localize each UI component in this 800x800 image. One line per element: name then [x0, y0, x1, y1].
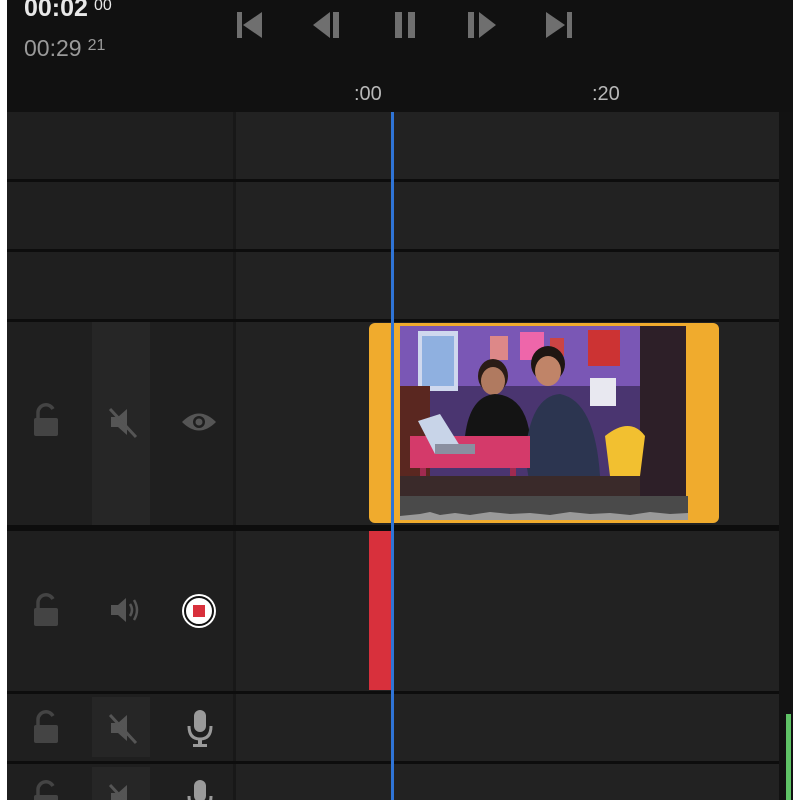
track-lane[interactable] [236, 182, 779, 249]
lock-open-icon[interactable] [31, 402, 61, 438]
video-clip[interactable] [369, 323, 719, 523]
microphone-icon[interactable] [186, 708, 214, 748]
skip-to-start-button[interactable] [229, 6, 269, 44]
total-duration-main: 00:29 [24, 35, 82, 61]
audio-level-meter [786, 714, 791, 800]
audio-recording-track-lane[interactable] [236, 531, 779, 691]
audio-recording-track-header [7, 531, 233, 691]
current-timecode: 00:02 00 [24, 0, 112, 23]
track-header [7, 112, 233, 179]
speaker-muted-icon[interactable] [105, 404, 141, 440]
video-editor: 00:02 00 00:29 21:00:20 [7, 0, 793, 800]
speaker-icon[interactable] [107, 594, 143, 626]
lock-open-icon[interactable] [31, 779, 61, 800]
pause-icon [395, 12, 415, 38]
lock-open-icon[interactable] [31, 709, 61, 745]
speaker-muted-icon[interactable] [105, 710, 141, 746]
ruler-label-20: :20 [592, 83, 620, 105]
eye-icon[interactable] [180, 409, 218, 435]
microphone-icon[interactable] [186, 778, 214, 800]
step-back-button[interactable] [308, 6, 348, 44]
step-back-icon [313, 12, 339, 38]
skip-to-start-icon [237, 12, 262, 38]
record-stop-icon[interactable] [181, 593, 217, 629]
track-header [7, 182, 233, 249]
ruler-label-start: :00 [354, 83, 382, 105]
skip-to-end-icon [546, 12, 572, 38]
transport-controls [229, 6, 572, 44]
timeline-scrollbar[interactable] [779, 112, 793, 800]
transport-header: 00:02 00 00:29 21:00:20 [7, 0, 793, 112]
video-track-header [7, 322, 233, 525]
skip-to-end-button[interactable] [540, 6, 580, 44]
audio-track-2-lane[interactable] [236, 764, 779, 800]
track-lane[interactable] [236, 252, 779, 319]
step-forward-button[interactable] [463, 6, 503, 44]
clip-audio-waveform [400, 496, 688, 520]
pause-button[interactable] [386, 6, 426, 44]
track-lane[interactable] [236, 112, 779, 179]
lock-open-icon[interactable] [31, 592, 61, 628]
playhead[interactable] [391, 112, 394, 800]
audio-track-1-header [7, 694, 233, 761]
current-timecode-frames: 00 [93, 0, 112, 14]
video-clip-thumbnail [400, 326, 686, 496]
track-header [7, 252, 233, 319]
step-forward-icon [468, 12, 496, 38]
audio-track-2-header [7, 764, 233, 800]
audio-track-1-lane[interactable] [236, 694, 779, 761]
total-duration-frames: 21 [87, 37, 106, 54]
current-timecode-main: 00:02 [24, 0, 88, 22]
recording-region[interactable] [369, 531, 391, 690]
speaker-muted-icon[interactable] [105, 780, 141, 800]
total-duration: 00:29 21 [24, 35, 105, 62]
